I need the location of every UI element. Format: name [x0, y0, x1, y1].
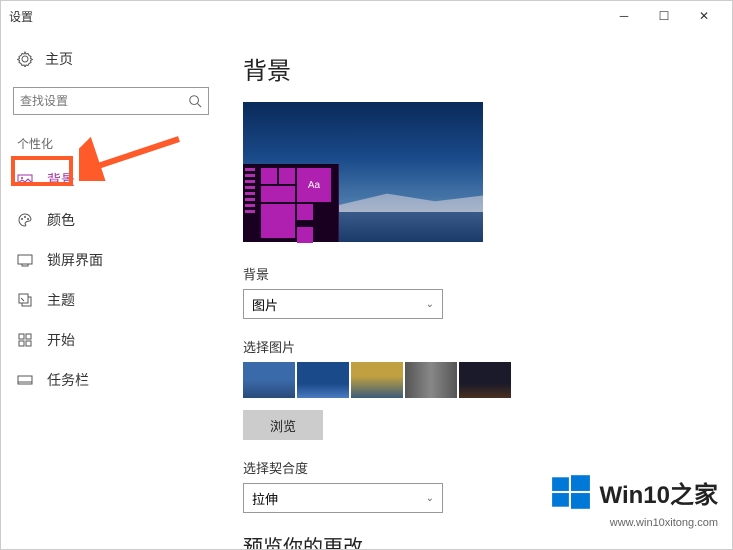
nav-label: 背景	[47, 170, 75, 190]
thumbnail-5[interactable]	[459, 362, 511, 398]
picture-icon	[17, 172, 33, 188]
browse-button[interactable]: 浏览	[243, 410, 323, 440]
fit-dropdown[interactable]: 拉伸 ⌄	[243, 483, 443, 513]
taskbar-icon	[17, 372, 33, 388]
search-box[interactable]	[13, 87, 209, 115]
background-type-dropdown[interactable]: 图片 ⌄	[243, 289, 443, 319]
nav-label: 任务栏	[47, 370, 89, 390]
branding-name: Win10之家	[600, 475, 718, 510]
sidebar-item-taskbar[interactable]: 任务栏	[1, 360, 221, 400]
window-title: 设置	[9, 8, 604, 25]
preview-changes-heading: 预览你的更改	[243, 531, 732, 549]
theme-icon	[17, 292, 33, 308]
page-title: 背景	[243, 51, 732, 86]
thumbnail-1[interactable]	[243, 362, 295, 398]
nav-label: 颜色	[47, 210, 75, 230]
home-label: 主页	[45, 49, 73, 69]
sidebar-item-colors[interactable]: 颜色	[1, 200, 221, 240]
choose-picture-label: 选择图片	[243, 337, 732, 356]
picture-thumbnails	[243, 362, 732, 398]
dropdown-value: 图片	[252, 295, 278, 314]
nav-label: 锁屏界面	[47, 250, 103, 270]
dropdown-value: 拉伸	[252, 489, 278, 508]
background-preview: Aa	[243, 102, 483, 242]
close-button[interactable]: ✕	[684, 2, 724, 30]
preview-aa-tile: Aa	[297, 168, 331, 202]
sidebar-item-lockscreen[interactable]: 锁屏界面	[1, 240, 221, 280]
home-button[interactable]: 主页	[1, 39, 221, 79]
minimize-button[interactable]: ─	[604, 2, 644, 30]
sidebar-item-themes[interactable]: 主题	[1, 280, 221, 320]
titlebar: 设置 ─ ☐ ✕	[1, 1, 732, 31]
gear-icon	[17, 51, 33, 67]
start-icon	[17, 332, 33, 348]
nav-label: 主题	[47, 290, 75, 310]
branding-logo: Win10之家	[550, 471, 718, 513]
windows-logo-icon	[550, 471, 592, 513]
thumbnail-3[interactable]	[351, 362, 403, 398]
preview-start-menu: Aa	[243, 164, 339, 242]
branding-url: www.win10xitong.com	[610, 517, 718, 529]
thumbnail-4[interactable]	[405, 362, 457, 398]
background-type-label: 背景	[243, 264, 732, 283]
thumbnail-2[interactable]	[297, 362, 349, 398]
category-label: 个性化	[1, 131, 221, 160]
nav-label: 开始	[47, 330, 75, 350]
sidebar-item-start[interactable]: 开始	[1, 320, 221, 360]
chevron-down-icon: ⌄	[426, 299, 434, 310]
chevron-down-icon: ⌄	[426, 493, 434, 504]
search-icon	[188, 94, 202, 108]
window-controls: ─ ☐ ✕	[604, 2, 724, 30]
maximize-button[interactable]: ☐	[644, 2, 684, 30]
search-input[interactable]	[20, 94, 188, 108]
lock-screen-icon	[17, 252, 33, 268]
palette-icon	[17, 212, 33, 228]
sidebar: 主页 个性化 背景 颜色 锁屏界面	[1, 31, 221, 549]
sidebar-item-background[interactable]: 背景	[1, 160, 221, 200]
